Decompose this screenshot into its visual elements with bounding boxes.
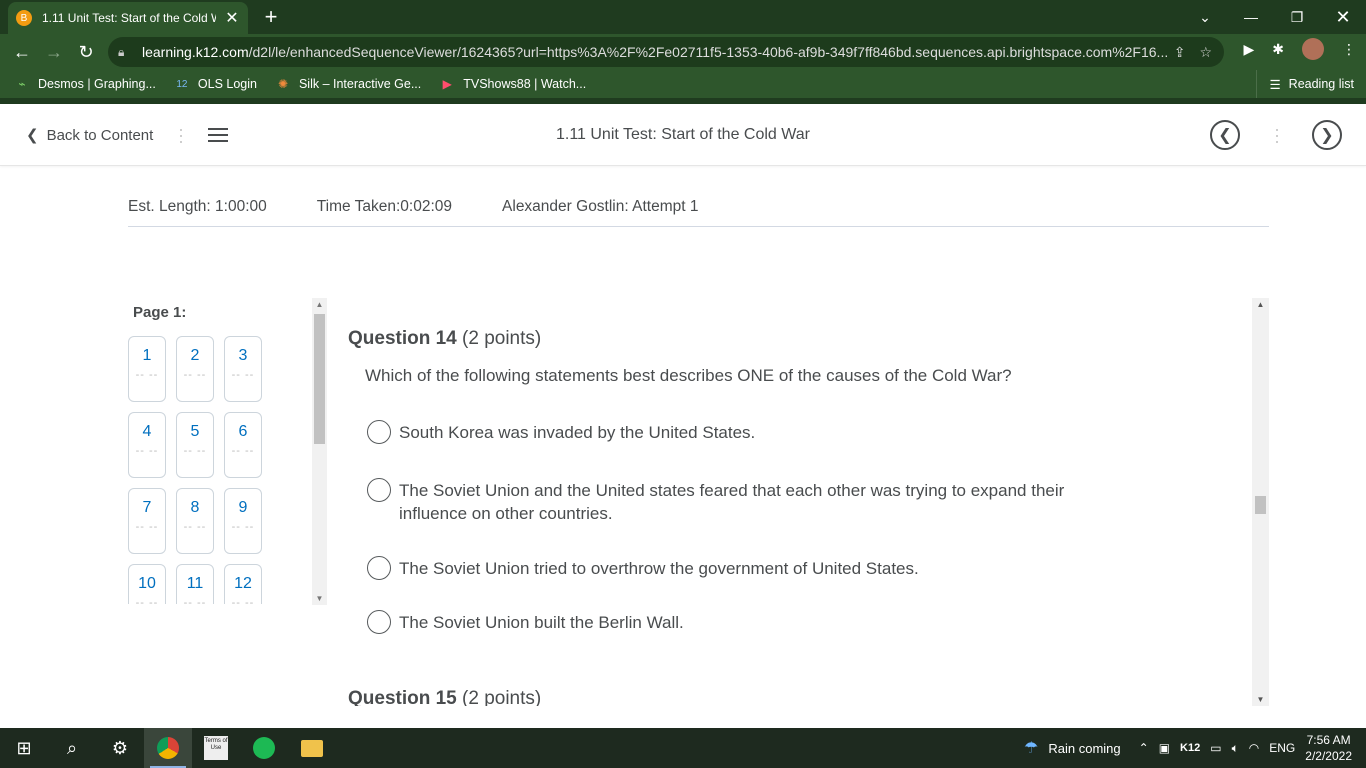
umbrella-icon: ☂ (1024, 740, 1039, 757)
url-text: learning.k12.com/d2l/le/enhancedSequence… (142, 44, 1169, 60)
question-link[interactable]: 9 -- -- (224, 488, 262, 554)
answer-option[interactable]: The Soviet Union tried to overthrow the … (367, 556, 1099, 580)
desmos-icon: ⌁ (18, 77, 26, 91)
menu-dots-icon[interactable]: ⋮ (1342, 41, 1356, 58)
bookmark-silk[interactable]: ✺ Silk – Interactive Ge... (275, 76, 421, 92)
question-link[interactable]: 11 -- -- (176, 564, 214, 604)
battery-icon[interactable]: ▭ (1210, 741, 1221, 755)
page-title: 1.11 Unit Test: Start of the Cold War (555, 126, 811, 143)
chevron-left-icon: ❮ (1218, 127, 1232, 144)
tray-app-icon[interactable]: ▣ (1159, 741, 1170, 755)
bookmark-star-icon[interactable]: ☆ (1199, 44, 1212, 61)
media-icon[interactable]: ▶ (1243, 41, 1254, 58)
close-tab-icon[interactable]: ✕ (224, 8, 240, 28)
scroll-down-arrow-icon[interactable]: ▼ (1252, 695, 1269, 704)
scroll-up-arrow-icon[interactable]: ▲ (312, 300, 327, 309)
reading-list-button[interactable]: ☰ Reading list (1256, 70, 1354, 98)
question-link[interactable]: 6 -- -- (224, 412, 262, 478)
tab-search-icon[interactable]: ⌄ (1182, 0, 1228, 34)
question-link[interactable]: 7 -- -- (128, 488, 166, 554)
scrollbar-thumb[interactable] (1255, 496, 1266, 514)
divider-dots-icon: · · · (1274, 119, 1280, 151)
next-question-heading: Question 15 (2 points) (348, 688, 542, 706)
attempt-info: Alexander Gostlin: Attempt 1 (502, 198, 699, 215)
volume-icon[interactable]: 🔈︎ (1232, 741, 1239, 756)
est-length: Est. Length: 1:00:00 (128, 198, 267, 215)
tab-title: 1.11 Unit Test: Start of the Cold W (42, 11, 216, 25)
bookmark-tvshows[interactable]: ▶ TVShows88 | Watch... (439, 76, 587, 92)
reload-icon[interactable]: ↻ (70, 36, 102, 68)
answer-option[interactable]: The Soviet Union and the United states f… (367, 478, 1089, 525)
bookmark-desmos[interactable]: ⌁ Desmos | Graphing... (14, 76, 156, 92)
answer-option[interactable]: The Soviet Union built the Berlin Wall. (367, 610, 1099, 634)
question-link[interactable]: 12 -- -- (224, 564, 262, 604)
brightspace-favicon-icon: B (16, 10, 32, 26)
restore-button[interactable]: ❐ (1274, 0, 1320, 34)
question-link[interactable]: 3 -- -- (224, 336, 262, 402)
system-tray: ☂ Rain coming ⌃ ▣ K12 ▭ 🔈︎ ◠ ENG 7:56 AM… (1024, 728, 1366, 768)
address-bar[interactable]: 🔒︎ learning.k12.com/d2l/le/enhancedSeque… (108, 37, 1224, 67)
question-link[interactable]: 1 -- -- (128, 336, 166, 402)
new-tab-button[interactable]: + (260, 4, 282, 30)
question-text: Which of the following statements best d… (365, 366, 1012, 385)
browser-tab-bar: B 1.11 Unit Test: Start of the Cold W ✕ … (0, 0, 1366, 34)
question-navigator: 1 -- -- 2 -- -- 3 -- -- 4 -- -- 5 -- -- 6 -- -… (128, 336, 268, 604)
question-link[interactable]: 5 -- -- (176, 412, 214, 478)
answer-option[interactable]: South Korea was invaded by the United St… (367, 420, 1099, 444)
k12-tray[interactable]: K12 (1180, 742, 1200, 754)
browser-toolbar: ← → ↻ 🔒︎ learning.k12.com/d2l/le/enhance… (0, 34, 1366, 70)
minimize-button[interactable]: — (1228, 0, 1274, 34)
bookmarks-bar: ⌁ Desmos | Graphing... 12 OLS Login ✺ Si… (0, 70, 1366, 98)
search-icon[interactable]: ⌕ (48, 728, 96, 768)
terms-of-use-icon[interactable]: Terms of Use (192, 728, 240, 768)
profile-avatar[interactable] (1302, 38, 1324, 60)
question-link[interactable]: 8 -- -- (176, 488, 214, 554)
spotify-icon[interactable] (240, 728, 288, 768)
windows-taskbar: ⊞ ⌕ ⚙ Terms of Use ☂ Rain coming ⌃ ▣ K12… (0, 728, 1366, 768)
back-arrow-icon[interactable]: ← (6, 36, 38, 68)
quiz-info-bar: Est. Length: 1:00:00 Time Taken:0:02:09 … (128, 198, 1269, 227)
radio-button[interactable] (367, 478, 391, 502)
previous-topic-button[interactable]: ❮ (1210, 120, 1240, 150)
radio-button[interactable] (367, 610, 391, 634)
scroll-down-arrow-icon[interactable]: ▼ (312, 594, 327, 603)
silk-icon: ✺ (277, 77, 288, 91)
radio-button[interactable] (367, 556, 391, 580)
extensions-puzzle-icon[interactable]: ✱ (1272, 41, 1284, 58)
question-heading: Question 14 (2 points) (348, 328, 542, 349)
reading-list-icon: ☰ (1269, 77, 1281, 92)
chevron-right-icon: ❯ (1320, 127, 1334, 144)
question-link[interactable]: 10 -- -- (128, 564, 166, 604)
question-link[interactable]: 4 -- -- (128, 412, 166, 478)
question-link[interactable]: 2 -- -- (176, 336, 214, 402)
steam-icon[interactable]: ⚙ (96, 728, 144, 768)
chevron-up-icon[interactable]: ⌃ (1139, 741, 1149, 755)
forward-arrow-icon[interactable]: → (38, 36, 70, 68)
file-explorer-icon[interactable] (288, 728, 336, 768)
play-icon: ▶ (442, 77, 452, 91)
radio-button[interactable] (367, 420, 391, 444)
content-header: ❮ Back to Content · · · 1.11 Unit Test: St… (0, 104, 1366, 166)
share-icon[interactable]: ⇪ (1174, 44, 1186, 61)
windows-start-icon[interactable]: ⊞ (0, 728, 48, 768)
next-topic-button[interactable]: ❯ (1312, 120, 1342, 150)
page-label: Page 1: (133, 304, 187, 321)
time-taken: Time Taken:0:02:09 (316, 198, 453, 215)
scrollbar-thumb[interactable] (314, 314, 325, 444)
weather-text[interactable]: Rain coming (1048, 741, 1120, 756)
bookmark-ols[interactable]: 12 OLS Login (174, 76, 257, 92)
question-panel: Question 14 (2 points) Which of the foll… (328, 298, 1269, 706)
navigator-scrollbar[interactable]: ▲ ▼ (312, 298, 327, 605)
language[interactable]: ENG (1269, 741, 1295, 755)
close-window-button[interactable]: ✕ (1320, 0, 1366, 34)
k12-icon: 12 (176, 78, 188, 90)
wifi-icon[interactable]: ◠ (1249, 741, 1259, 755)
clock[interactable]: 7:56 AM 2/2/2022 (1305, 732, 1352, 764)
scroll-up-arrow-icon[interactable]: ▲ (1252, 300, 1269, 309)
question-scrollbar[interactable]: ▲ ▼ (1252, 298, 1269, 706)
chrome-icon[interactable] (144, 728, 192, 768)
browser-tab[interactable]: B 1.11 Unit Test: Start of the Cold W ✕ (8, 2, 248, 34)
lock-icon: 🔒︎ (118, 45, 125, 59)
